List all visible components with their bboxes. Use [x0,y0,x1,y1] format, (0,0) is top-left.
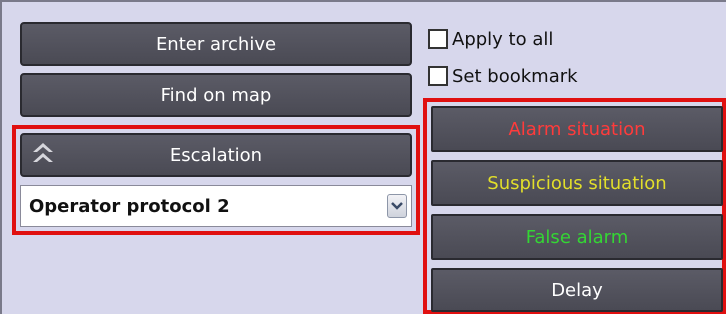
operator-protocol-value: Operator protocol 2 [29,196,230,217]
double-chevron-up-icon [33,143,53,162]
enter-archive-button[interactable]: Enter archive [20,22,412,66]
find-on-map-button[interactable]: Find on map [20,73,412,117]
operator-panel: Enter archive Find on map Escalation Ope… [0,0,726,314]
apply-to-all-row[interactable]: Apply to all [428,25,553,53]
delay-button[interactable]: Delay [431,268,723,312]
apply-to-all-label: Apply to all [452,28,554,50]
alarm-situation-button[interactable]: Alarm situation [431,106,723,152]
operator-protocol-select[interactable]: Operator protocol 2 [20,185,412,227]
escalation-label: Escalation [169,144,263,166]
set-bookmark-row[interactable]: Set bookmark [428,62,578,90]
set-bookmark-checkbox[interactable] [428,66,448,86]
delay-label: Delay [551,279,603,301]
find-on-map-label: Find on map [160,84,272,106]
chevron-down-glyph [391,202,403,210]
enter-archive-label: Enter archive [155,33,277,55]
chevron-down-icon[interactable] [387,194,407,218]
apply-to-all-checkbox[interactable] [428,29,448,49]
escalation-button[interactable]: Escalation [20,133,412,177]
alarm-situation-label: Alarm situation [508,118,646,140]
suspicious-situation-button[interactable]: Suspicious situation [431,160,723,206]
false-alarm-label: False alarm [525,226,629,248]
suspicious-situation-label: Suspicious situation [487,172,667,194]
set-bookmark-label: Set bookmark [452,65,578,87]
false-alarm-button[interactable]: False alarm [431,214,723,260]
